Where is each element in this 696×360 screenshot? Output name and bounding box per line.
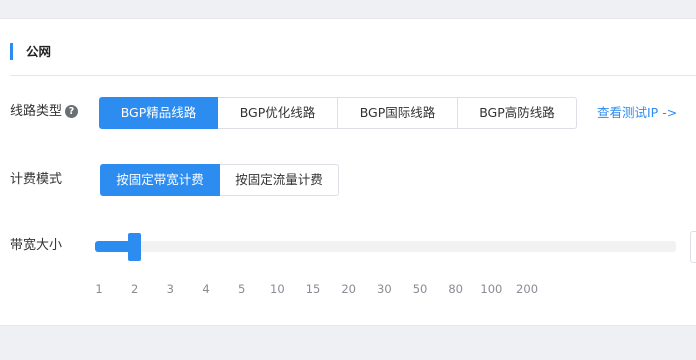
slider-tick-label: 5 [238, 282, 246, 296]
slider-tick-label: 50 [412, 282, 428, 296]
line-option-bgp-premium[interactable]: BGP精品线路 [99, 97, 218, 129]
slider-tick-label: 80 [448, 282, 464, 296]
line-type-label: 线路类型 [10, 104, 63, 119]
bandwidth-size-label: 带宽大小 [10, 238, 63, 253]
line-type-label-group: 线路类型? [10, 103, 79, 121]
billing-option-fixed-bandwidth[interactable]: 按固定带宽计费 [100, 164, 220, 196]
question-circle-icon[interactable]: ? [65, 105, 79, 118]
divider [10, 75, 696, 76]
slider-tick-label: 100 [480, 282, 503, 296]
bandwidth-slider-track[interactable] [95, 241, 676, 252]
view-test-ip-link[interactable]: 查看测试IP -> [597, 104, 677, 122]
bandwidth-slider-handle[interactable] [128, 233, 142, 261]
slider-tick-label: 2 [130, 282, 139, 296]
billing-mode-label: 计费模式 [10, 172, 63, 187]
slider-tick-label: 200 [516, 282, 539, 296]
section-title: 公网 [10, 43, 51, 60]
billing-mode-selector: 按固定带宽计费 按固定流量计费 [100, 164, 339, 196]
line-option-bgp-optimized[interactable]: BGP优化线路 [217, 97, 338, 129]
line-type-selector: BGP精品线路 BGP优化线路 BGP国际线路 BGP高防线路 [99, 97, 577, 129]
bandwidth-value-input[interactable] [690, 231, 696, 263]
billing-option-fixed-traffic[interactable]: 按固定流量计费 [219, 164, 339, 196]
line-option-bgp-international[interactable]: BGP国际线路 [337, 97, 458, 129]
slider-tick-label: 3 [166, 282, 174, 296]
slider-tick-label: 4 [202, 282, 210, 296]
slider-tick-label: 10 [270, 282, 285, 296]
slider-tick-label: 20 [341, 282, 357, 296]
public-network-panel: 公网 线路类型? BGP精品线路 BGP优化线路 BGP国际线路 BGP高防线路… [0, 18, 696, 326]
slider-tick-label: 15 [305, 282, 321, 296]
line-option-bgp-ddos[interactable]: BGP高防线路 [457, 97, 577, 129]
slider-tick-label: 30 [377, 282, 392, 296]
slider-tick-label: 1 [95, 282, 103, 296]
